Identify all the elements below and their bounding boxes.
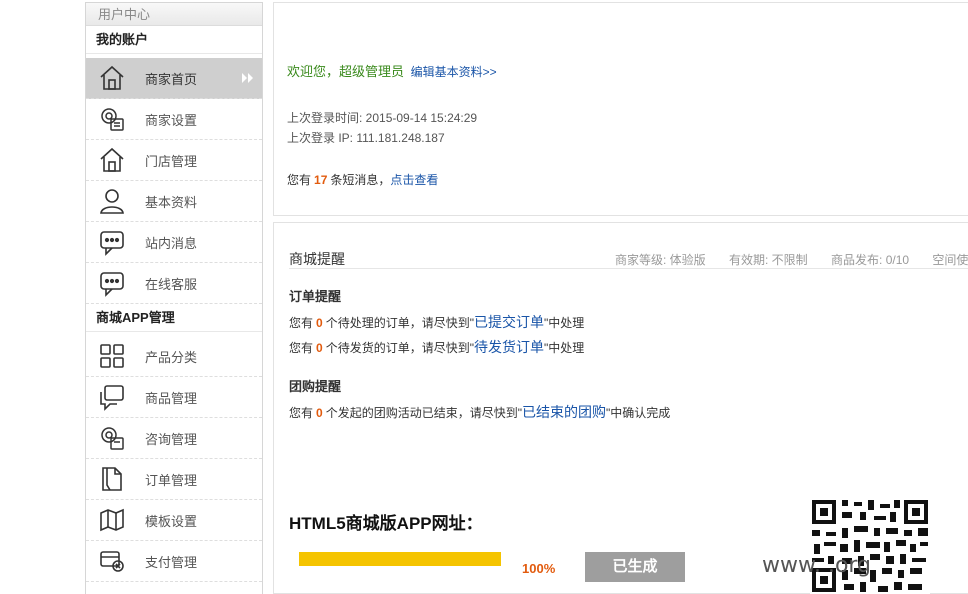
- notice-mid: 个发起的团购活动已结束，请尽快到": [325, 406, 522, 420]
- qr-code-image: [810, 498, 930, 594]
- unshipped-order-count: 0: [316, 341, 323, 355]
- ended-group-buy-link[interactable]: 已结束的团购: [522, 404, 606, 420]
- pending-order-count: 0: [316, 316, 323, 330]
- sidebar-item-categories[interactable]: 产品分类: [86, 336, 262, 377]
- watermark-text: www. .org: [762, 553, 872, 578]
- notice-suffix: "中确认完成: [605, 406, 671, 420]
- notice-prefix: 您有: [289, 341, 314, 355]
- validity-period: 有效期: 不限制: [729, 253, 808, 267]
- sidebar-item-messages[interactable]: 站内消息: [86, 222, 262, 263]
- grid-icon: [97, 341, 127, 371]
- sidebar-item-label: 商品管理: [145, 390, 198, 406]
- comment-icon: [97, 382, 127, 412]
- sidebar-header: 用户中心: [86, 3, 262, 26]
- progress-percent: 100%: [522, 561, 556, 576]
- pending-shipment-link[interactable]: 待发货订单: [474, 339, 544, 355]
- merchant-level: 商家等级: 体验版: [615, 253, 706, 267]
- sidebar-item-home[interactable]: 商家首页: [86, 58, 262, 99]
- sidebar-item-support[interactable]: 在线客服: [86, 263, 262, 304]
- sidebar-item-products[interactable]: 商品管理: [86, 377, 262, 418]
- notice-suffix: "中处理: [543, 316, 585, 330]
- home-icon: [97, 63, 127, 93]
- section-title-app: 商城APP管理: [86, 304, 262, 332]
- mall-title: 商城提醒: [289, 251, 345, 267]
- sidebar-item-label: 门店管理: [145, 153, 198, 169]
- html5-app-title: HTML5商城版APP网址：: [289, 514, 483, 533]
- sidebar-item-settings[interactable]: 商家设置: [86, 99, 262, 140]
- generation-progress-bar: [299, 552, 501, 566]
- submitted-orders-link[interactable]: 已提交订单: [474, 314, 544, 330]
- sidebar-item-label: 订单管理: [145, 472, 198, 488]
- group-buy-notice: 您有 0 个发起的团购活动已结束，请尽快到"已结束的团购"中确认完成: [289, 402, 670, 422]
- message-prefix: 您有: [287, 173, 312, 187]
- last-login-time: 上次登录时间: 2015-09-14 15:24:29: [287, 111, 478, 125]
- order-notice-shipping: 您有 0 个待发货的订单，请尽快到"待发货订单"中处理: [289, 337, 584, 357]
- mall-header: 商城提醒 商家等级: 体验版 有效期: 不限制 商品发布: 0/10 空间使用: [289, 249, 968, 269]
- sidebar-item-templates[interactable]: 模板设置: [86, 500, 262, 541]
- last-login-ip: 上次登录 IP: 111.181.248.187: [287, 131, 445, 145]
- space-usage: 空间使用: [932, 253, 968, 267]
- document-icon: [97, 464, 127, 494]
- map-icon: [97, 505, 127, 535]
- sidebar-item-store[interactable]: 门店管理: [86, 140, 262, 181]
- consult-icon: [97, 423, 127, 453]
- sidebar-item-label: 产品分类: [145, 349, 198, 365]
- sidebar-item-profile[interactable]: 基本资料: [86, 181, 262, 222]
- welcome-greeting: 欢迎您，超级管理员: [287, 64, 405, 79]
- notice-suffix: "中处理: [543, 341, 585, 355]
- sidebar-item-label: 基本资料: [145, 194, 198, 210]
- generated-button[interactable]: 已生成: [585, 552, 685, 582]
- sidebar-item-payment[interactable]: 支付管理: [86, 541, 262, 582]
- mall-stats: 商家等级: 体验版 有效期: 不限制 商品发布: 0/10 空间使用: [615, 251, 968, 268]
- double-arrow-icon: [242, 73, 253, 83]
- payment-icon: [97, 546, 127, 576]
- message-notice: 您有 17 条短消息，点击查看: [287, 171, 438, 188]
- user-icon: [97, 186, 127, 216]
- ended-group-buy-count: 0: [316, 406, 323, 420]
- sidebar: 用户中心 我的账户 商家首页 商家设置 门店管理 基本资料 站内消息 在线客服 …: [85, 2, 263, 594]
- welcome-panel: 欢迎您，超级管理员 编辑基本资料>> 上次登录时间: 2015-09-14 15…: [273, 2, 968, 216]
- sidebar-item-label: 商家设置: [145, 112, 198, 128]
- order-notice-submitted: 您有 0 个待处理的订单，请尽快到"已提交订单"中处理: [289, 312, 584, 332]
- progress-fill: [299, 552, 501, 566]
- section-title-account: 我的账户: [86, 26, 262, 54]
- sidebar-item-consult[interactable]: 咨询管理: [86, 418, 262, 459]
- notice-prefix: 您有: [289, 316, 314, 330]
- chat-icon: [97, 268, 127, 298]
- sidebar-item-label: 站内消息: [145, 235, 198, 251]
- welcome-line: 欢迎您，超级管理员 编辑基本资料>>: [287, 61, 497, 80]
- sidebar-item-orders[interactable]: 订单管理: [86, 459, 262, 500]
- sidebar-item-label: 模板设置: [145, 513, 198, 529]
- view-messages-link[interactable]: 点击查看: [390, 173, 438, 187]
- notice-prefix: 您有: [289, 406, 314, 420]
- message-suffix: 条短消息，: [330, 173, 391, 187]
- message-icon: [97, 227, 127, 257]
- sidebar-item-label: 商家首页: [145, 71, 198, 87]
- sidebar-item-label: 咨询管理: [145, 431, 198, 447]
- order-reminder-title: 订单提醒: [289, 289, 342, 304]
- notice-mid: 个待发货的订单，请尽快到": [325, 341, 474, 355]
- message-count: 17: [314, 173, 328, 187]
- group-buy-title: 团购提醒: [289, 379, 342, 394]
- sidebar-item-label: 支付管理: [145, 554, 198, 570]
- notice-mid: 个待处理的订单，请尽快到": [325, 316, 474, 330]
- store-icon: [97, 145, 127, 175]
- edit-profile-link[interactable]: 编辑基本资料>>: [411, 65, 497, 79]
- sidebar-item-label: 在线客服: [145, 276, 198, 292]
- product-quota: 商品发布: 0/10: [831, 253, 910, 267]
- settings-icon: [97, 104, 127, 134]
